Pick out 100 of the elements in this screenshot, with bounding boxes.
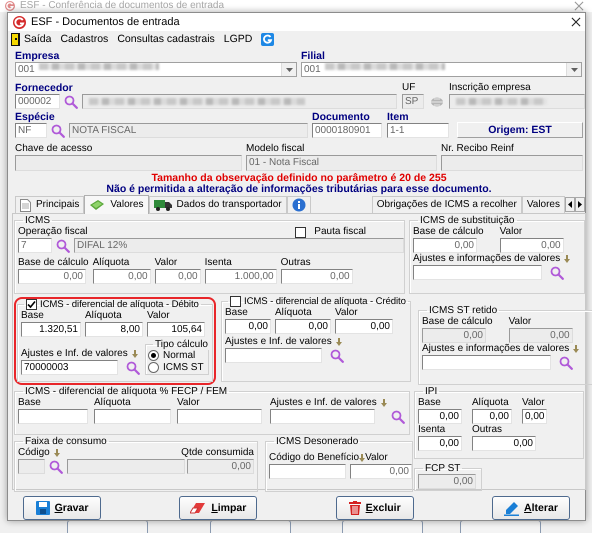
field-label: Ajustes e Inf. de valores — [21, 348, 128, 360]
input-field[interactable]: 1.320,51 — [21, 322, 81, 337]
search-icon[interactable] — [64, 94, 78, 108]
input-field[interactable] — [225, 348, 322, 363]
action-button[interactable]: Gravar — [23, 496, 101, 520]
field-label: Base — [21, 310, 45, 322]
action-button[interactable]: Alterar — [492, 496, 570, 520]
search-icon[interactable] — [550, 266, 564, 280]
field-label: Base — [418, 397, 442, 409]
input-field[interactable]: 105,64 — [147, 322, 205, 337]
combo-box[interactable]: 001 — [15, 62, 297, 77]
tab[interactable]: Valores — [84, 195, 149, 214]
menu-item[interactable]: Consultas cadastrais — [117, 32, 215, 46]
tab[interactable]: Valores — [522, 196, 565, 213]
app-icon[interactable] — [261, 32, 274, 46]
input-field[interactable]: 0,00 — [413, 238, 477, 253]
search-icon[interactable] — [49, 460, 63, 474]
input-field[interactable]: 0,00 — [154, 269, 201, 284]
tab[interactable]: Principais — [15, 196, 84, 213]
scroll-right-button[interactable] — [575, 197, 585, 212]
dropdown-button[interactable] — [281, 63, 296, 76]
field-label: Valor — [365, 452, 388, 464]
input-field[interactable]: 0,00 — [522, 409, 548, 424]
search-icon[interactable] — [391, 410, 405, 424]
menu-item[interactable]: LGPD — [224, 32, 252, 46]
input-field[interactable]: 0,00 — [472, 409, 512, 424]
action-button[interactable]: Excluir — [336, 496, 414, 520]
left-arrow-icon — [568, 201, 572, 208]
tab[interactable]: Dados do transportador — [148, 196, 287, 213]
group-title: IPI — [425, 386, 438, 397]
action-button[interactable]: Limpar — [179, 496, 258, 520]
input-field[interactable]: 0,00 — [92, 269, 151, 284]
document-icon — [20, 198, 31, 212]
radio-button[interactable] — [148, 350, 159, 362]
input-field[interactable] — [413, 265, 542, 280]
field-label: Outras — [472, 424, 504, 436]
field-label: Outras — [280, 257, 312, 269]
menu-item[interactable]: Cadastros — [60, 32, 108, 46]
radio-button[interactable] — [148, 362, 159, 373]
field-label: Base — [18, 397, 42, 409]
tab[interactable]: Obrigações de ICMS a recolher — [372, 196, 522, 213]
close-icon[interactable] — [571, 17, 581, 27]
checkbox[interactable] — [295, 226, 306, 238]
down-arrow-icon — [359, 454, 366, 462]
input-field[interactable]: 7 — [18, 238, 52, 253]
search-icon[interactable] — [51, 124, 65, 138]
input-field[interactable]: 0,00 — [275, 319, 331, 334]
trash-icon — [348, 501, 361, 515]
input-field[interactable] — [18, 409, 88, 424]
tab[interactable] — [286, 196, 311, 213]
search-icon[interactable] — [330, 348, 344, 362]
input-field[interactable]: 0,00 — [280, 269, 353, 284]
field-label: Item — [387, 111, 410, 123]
dropdown-button[interactable] — [566, 63, 581, 76]
input-field[interactable]: 0,00 — [350, 464, 412, 479]
search-icon[interactable] — [126, 360, 140, 374]
group-title: Tipo cálculo — [155, 339, 208, 350]
field-label: Valor — [335, 307, 359, 319]
group-title: Faixa de consumo — [25, 436, 107, 447]
input-field[interactable]: 1.000,00 — [204, 269, 277, 284]
input-field[interactable] — [177, 409, 262, 424]
input-field[interactable]: 0,00 — [472, 436, 536, 451]
search-icon[interactable] — [559, 356, 573, 370]
input-field[interactable]: 0,00 — [335, 319, 393, 334]
input-field[interactable]: 1-1 — [387, 123, 449, 138]
input-field[interactable]: 0,00 — [18, 269, 86, 284]
menu-item[interactable]: Saída — [24, 32, 52, 46]
input-field[interactable]: 8,00 — [85, 322, 143, 337]
checkbox[interactable] — [26, 299, 37, 310]
input-field[interactable]: NF — [15, 123, 47, 138]
checkbox[interactable] — [230, 296, 241, 307]
field-label: Alíquota — [92, 257, 130, 269]
field-label: Valor — [522, 397, 546, 409]
pencil-icon — [504, 500, 520, 516]
input-field[interactable]: 70000003 — [21, 360, 118, 375]
scroll-left-button[interactable] — [565, 197, 575, 212]
group-title: ICMS - diferencial de alíquota - Débito — [40, 299, 199, 310]
caret-icon — [286, 68, 292, 72]
message-text: Não é permitida a alteração de informações tributárias para esse documento. — [105, 184, 493, 195]
field-label: Alíquota — [472, 397, 510, 409]
group-title: ICMS ST retido — [429, 305, 498, 316]
input-field[interactable] — [422, 355, 551, 370]
search-icon[interactable] — [56, 238, 70, 252]
input-field[interactable]: 0,00 — [418, 409, 462, 424]
input-field[interactable] — [270, 409, 375, 424]
down-arrow-icon — [573, 345, 580, 353]
input-field[interactable]: 0,00 — [225, 319, 271, 334]
input-field[interactable]: 0,00 — [500, 238, 564, 253]
down-arrow-icon — [336, 338, 342, 346]
input-field[interactable]: 000002 — [15, 94, 60, 109]
input-field[interactable]: 0,00 — [418, 436, 462, 451]
input-field[interactable] — [94, 409, 171, 424]
combo-box[interactable]: 001 — [301, 62, 582, 77]
banknote-icon — [89, 199, 106, 211]
door-icon[interactable] — [11, 32, 20, 46]
input-field[interactable] — [269, 464, 346, 479]
app-logo-icon — [13, 16, 26, 28]
radio-label: Normal — [163, 350, 196, 362]
input-field[interactable]: 0000180901 — [312, 123, 382, 138]
field-label: Valor — [177, 397, 201, 409]
